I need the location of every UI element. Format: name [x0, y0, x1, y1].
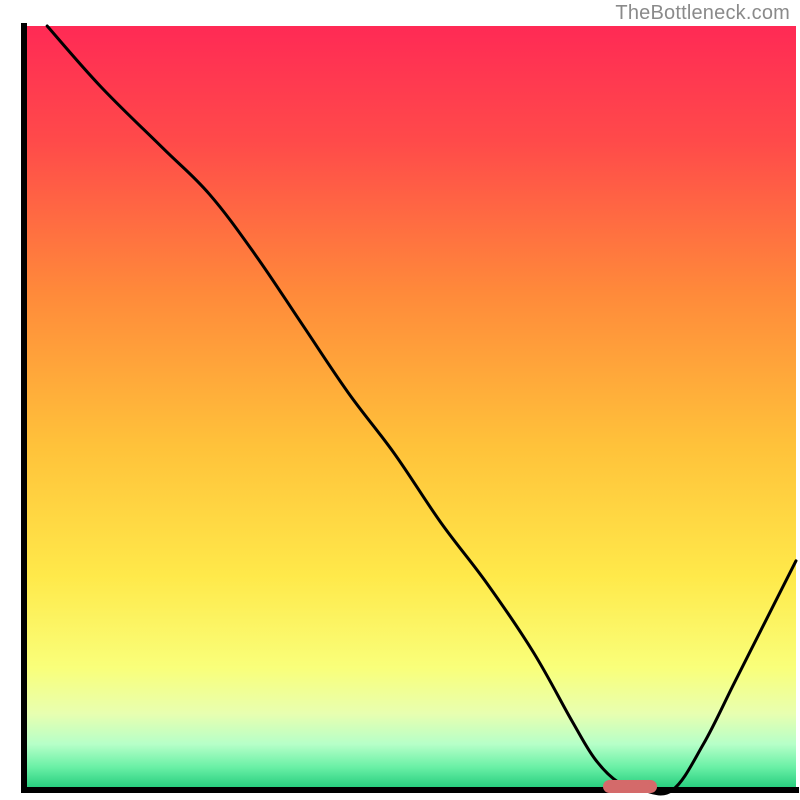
chart-container: TheBottleneck.com: [0, 0, 800, 800]
chart-background-gradient: [24, 26, 796, 790]
optimum-marker: [603, 780, 657, 793]
watermark-text: TheBottleneck.com: [615, 2, 790, 25]
bottleneck-chart: [0, 0, 800, 800]
